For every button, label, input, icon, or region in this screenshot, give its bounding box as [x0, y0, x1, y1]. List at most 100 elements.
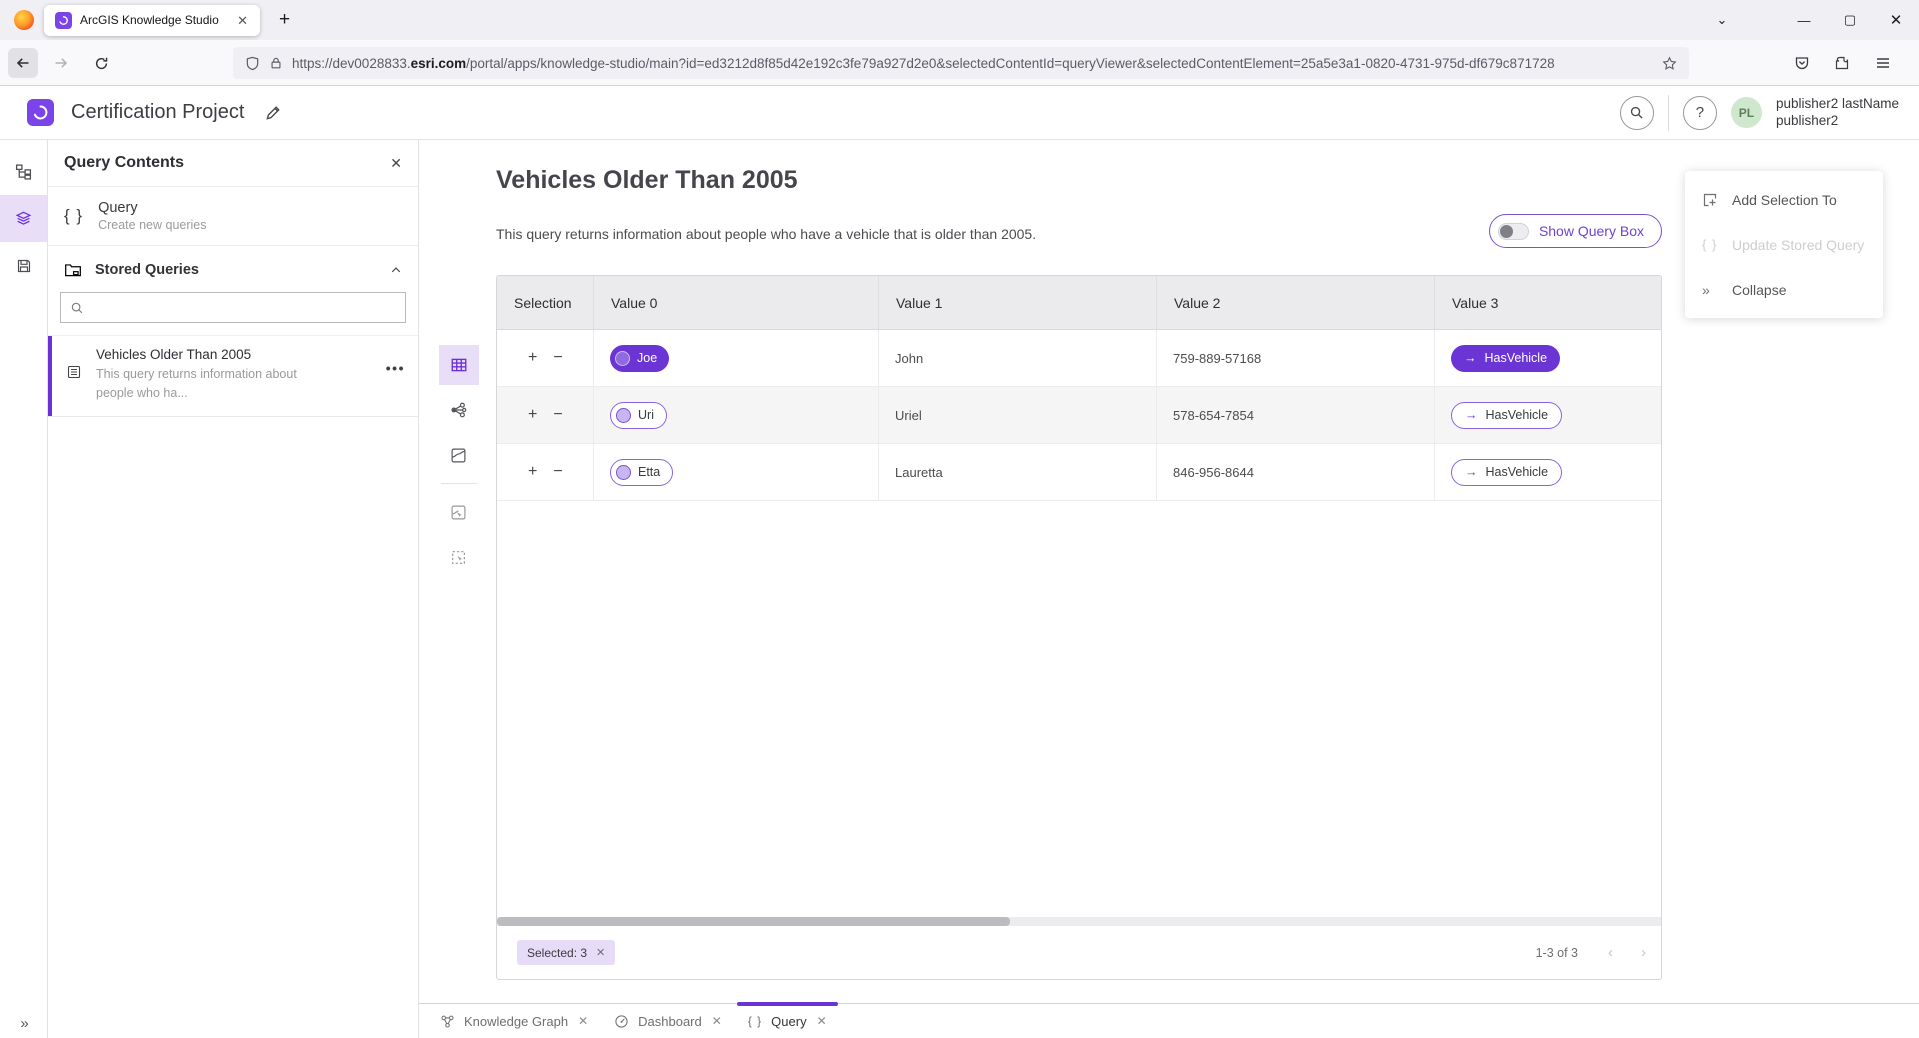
save-icon	[16, 258, 32, 274]
rail-item-save[interactable]	[0, 242, 47, 289]
column-header[interactable]: Selection	[497, 276, 594, 329]
menu-item-add-selection-to[interactable]: Add Selection To	[1685, 177, 1883, 222]
rail-item-contents[interactable]	[0, 195, 47, 242]
tab-dashboard[interactable]: Dashboard ✕	[601, 1004, 735, 1038]
tracking-shield-icon[interactable]	[245, 56, 260, 71]
menu-item-collapse[interactable]: » Collapse	[1685, 267, 1883, 312]
remove-from-selection-button[interactable]: −	[553, 464, 562, 480]
remove-from-selection-button[interactable]: −	[553, 407, 562, 423]
back-button[interactable]	[8, 48, 38, 78]
stored-queries-searchbox[interactable]	[60, 292, 406, 323]
add-to-selection-button[interactable]: +	[528, 464, 537, 480]
window-minimize-button[interactable]: —	[1789, 0, 1819, 40]
forward-button[interactable]	[46, 48, 76, 78]
entity-dot-icon	[615, 351, 630, 366]
list-tabs-chevron-icon[interactable]: ⌄	[1707, 0, 1737, 40]
new-tab-button[interactable]: +	[273, 9, 296, 31]
window-maximize-button[interactable]: ▢	[1835, 0, 1865, 40]
horizontal-scrollbar-thumb[interactable]	[497, 917, 1010, 926]
table-empty-area	[497, 501, 1661, 917]
add-selection-frame-icon	[1702, 192, 1719, 208]
column-header[interactable]: Value 3	[1435, 276, 1661, 329]
stored-queries-header[interactable]: Stored Queries	[48, 246, 418, 290]
search-icon	[70, 301, 84, 315]
app-logo	[27, 99, 54, 126]
window-close-button[interactable]: ✕	[1881, 0, 1911, 40]
map-view-button[interactable]	[439, 435, 479, 475]
address-bar[interactable]: https://dev0028833.esri.com/portal/apps/…	[233, 47, 1689, 79]
chevron-up-icon[interactable]	[390, 264, 402, 276]
entity-pill[interactable]: Etta	[610, 459, 673, 486]
link-chart-view-button[interactable]	[439, 390, 479, 430]
menu-item-update-stored-query[interactable]: { } Update Stored Query	[1685, 222, 1883, 267]
tab-query[interactable]: { } Query ✕	[735, 1004, 840, 1038]
stored-queries-title: Stored Queries	[95, 262, 199, 278]
entity-pill[interactable]: Uri	[610, 402, 667, 429]
toggle-switch[interactable]	[1498, 223, 1529, 240]
selection-dashed-icon	[450, 549, 467, 566]
stored-query-title: Vehicles Older Than 2005	[96, 347, 301, 362]
column-header[interactable]: Value 0	[594, 276, 879, 329]
tab-close-icon[interactable]: ✕	[578, 1014, 588, 1028]
table-cell[interactable]: Lauretta	[879, 444, 1157, 500]
relationship-pill[interactable]: →HasVehicle	[1451, 459, 1562, 486]
view-tool-rail	[435, 345, 482, 577]
column-header[interactable]: Value 2	[1157, 276, 1435, 329]
search-button[interactable]	[1620, 96, 1654, 130]
add-to-selection-button[interactable]: +	[528, 350, 537, 366]
menu-hamburger-icon[interactable]	[1868, 48, 1898, 78]
query-item[interactable]: { } Query Create new queries	[48, 187, 418, 246]
dashboard-gauge-icon	[614, 1014, 629, 1029]
more-options-ellipsis-icon[interactable]: •••	[386, 360, 405, 376]
table-cell[interactable]: 759-889-57168	[1157, 330, 1435, 386]
table-cell[interactable]: 578-654-7854	[1157, 387, 1435, 443]
stored-query-list-item[interactable]: Vehicles Older Than 2005 This query retu…	[48, 335, 418, 417]
remove-from-selection-button[interactable]: −	[553, 350, 562, 366]
rail-item-data-model[interactable]	[0, 148, 47, 195]
query-description: This query returns information about peo…	[496, 226, 1036, 242]
selected-count-label: Selected: 3	[527, 946, 587, 960]
user-info[interactable]: publisher2 lastName publisher2	[1776, 96, 1899, 129]
relationship-pill[interactable]: →HasVehicle	[1451, 402, 1562, 429]
search-input[interactable]	[92, 300, 396, 315]
previous-page-chevron-icon[interactable]: ‹	[1608, 944, 1613, 961]
left-icon-rail: »	[0, 140, 48, 1038]
tab-close-icon[interactable]: ✕	[817, 1014, 827, 1028]
panel-close-icon[interactable]: ✕	[390, 155, 402, 172]
table-cell[interactable]: John	[879, 330, 1157, 386]
pocket-save-icon[interactable]	[1787, 48, 1817, 78]
extensions-puzzle-icon[interactable]	[1827, 48, 1857, 78]
firefox-view-button[interactable]	[10, 6, 38, 34]
collapse-chevrons-icon: »	[1702, 282, 1719, 298]
show-query-box-toggle[interactable]: Show Query Box	[1489, 214, 1662, 248]
edit-pencil-icon[interactable]	[264, 104, 282, 122]
help-button[interactable]: ?	[1683, 96, 1717, 130]
user-name: publisher2 lastName	[1776, 96, 1899, 112]
relationship-pill[interactable]: →HasVehicle	[1451, 345, 1560, 372]
reload-button[interactable]	[86, 48, 116, 78]
next-page-chevron-icon[interactable]: ›	[1641, 944, 1646, 961]
expand-rail-chevrons[interactable]: »	[0, 1015, 47, 1032]
browser-tab[interactable]: ArcGIS Knowledge Studio ✕	[44, 5, 260, 36]
lock-icon[interactable]	[269, 56, 283, 70]
entity-pill[interactable]: Joe	[610, 345, 669, 372]
table-cell[interactable]: 846-956-8644	[1157, 444, 1435, 500]
table-cell[interactable]: Uriel	[879, 387, 1157, 443]
arcgis-favicon-icon	[55, 12, 72, 29]
selected-count-chip[interactable]: Selected: 3 ✕	[517, 940, 615, 965]
tab-close-icon[interactable]: ✕	[712, 1014, 722, 1028]
user-avatar[interactable]: PL	[1731, 97, 1762, 128]
query-item-subtitle: Create new queries	[98, 218, 206, 232]
add-to-selection-button[interactable]: +	[528, 407, 537, 423]
selection-tool-button[interactable]	[439, 537, 479, 577]
new-map-view-button[interactable]	[439, 492, 479, 532]
chip-close-icon[interactable]: ✕	[596, 946, 605, 959]
bookmark-star-icon[interactable]	[1662, 56, 1677, 71]
horizontal-scrollbar[interactable]	[497, 917, 1661, 926]
column-header[interactable]: Value 1	[879, 276, 1157, 329]
entity-dot-icon	[616, 408, 631, 423]
tab-knowledge-graph[interactable]: Knowledge Graph ✕	[427, 1004, 601, 1038]
table-view-button[interactable]	[439, 345, 479, 385]
query-contents-panel: Query Contents ✕ { } Query Create new qu…	[48, 140, 419, 1038]
tab-close-icon[interactable]: ✕	[233, 12, 252, 29]
